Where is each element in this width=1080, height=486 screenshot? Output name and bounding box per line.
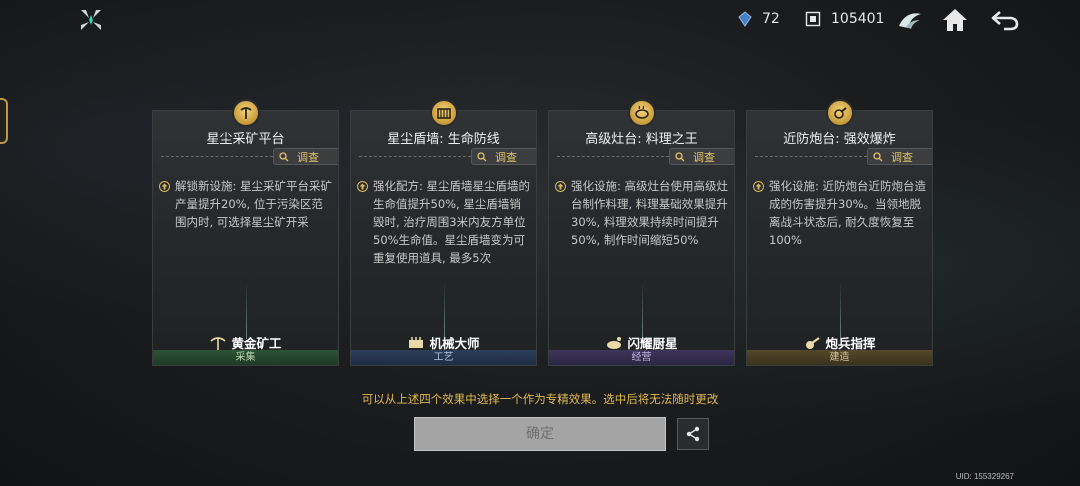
category-bar: 经营: [549, 350, 734, 365]
turret-icon: [825, 99, 854, 127]
investigate-button[interactable]: 调查: [669, 148, 734, 165]
share-icon: [686, 426, 700, 442]
upgrade-arrow-icon: [159, 181, 170, 192]
mechanic-icon: [409, 336, 424, 348]
effect-card-stove[interactable]: 高级灶台: 料理之王 调查 强化设施: 高级灶台使用高级灶台制作料理, 料理基础…: [548, 99, 735, 366]
light-ray: [245, 281, 247, 339]
faction-icon[interactable]: [896, 6, 924, 34]
card-description: 强化配方: 星尘盾墙星尘盾墙的生命值提升50%, 星尘盾墙销毁时, 治疗周围3米…: [373, 179, 531, 265]
coin-icon: [805, 11, 821, 27]
search-icon: [873, 151, 883, 161]
coin-resource[interactable]: 105401: [805, 11, 884, 27]
light-ray: [443, 281, 445, 339]
pickaxe-icon: [231, 99, 260, 127]
home-icon[interactable]: [941, 6, 969, 34]
miner-icon: [210, 336, 227, 350]
card-title: 高级灶台: 料理之王: [585, 132, 698, 147]
search-icon: [279, 151, 289, 161]
card-title: 近防炮台: 强效爆炸: [783, 132, 896, 147]
investigate-button[interactable]: 调查: [471, 148, 536, 165]
chef-icon: [607, 336, 622, 349]
card-description: 强化设施: 近防炮台近防炮台造成的伤害提升30%。当领地脱离战斗状态后, 耐久度…: [769, 179, 927, 247]
effect-card-mining[interactable]: 星尘采矿平台 调查 解锁新设施: 星尘采矿平台采矿产量提升20%, 位于污染区范…: [152, 99, 339, 366]
coin-count: 105401: [831, 11, 885, 27]
category-bar: 建造: [747, 350, 932, 365]
effect-card-shield[interactable]: 星尘盾墙: 生命防线 调查 强化配方: 星尘盾墙星尘盾墙的生命值提升50%, 星…: [350, 99, 537, 366]
investigate-button[interactable]: 调查: [867, 148, 932, 165]
category-bar: 采集: [153, 350, 338, 365]
divider: [161, 156, 273, 157]
investigate-label: 调查: [693, 150, 715, 164]
artillery-icon: [806, 336, 821, 349]
divider: [557, 156, 669, 157]
investigate-button[interactable]: 调查: [273, 148, 338, 165]
stove-icon: [627, 99, 656, 127]
upgrade-arrow-icon: [753, 181, 764, 192]
search-icon: [477, 151, 487, 161]
side-tab[interactable]: [0, 98, 8, 144]
upgrade-arrow-icon: [357, 181, 368, 192]
category-bar: 工艺: [351, 350, 536, 365]
investigate-label: 调查: [297, 150, 319, 164]
gem-resource[interactable]: 72: [738, 11, 780, 27]
investigate-label: 调查: [891, 150, 913, 164]
card-title: 星尘采矿平台: [206, 132, 285, 147]
confirm-button[interactable]: 确定: [414, 417, 666, 451]
gem-count: 72: [762, 11, 780, 27]
card-description: 强化设施: 高级灶台使用高级灶台制作料理, 料理基础效果提升30%, 料理效果持…: [571, 179, 729, 247]
light-ray: [641, 281, 643, 339]
share-button[interactable]: [677, 418, 709, 450]
app-logo-icon[interactable]: [78, 7, 104, 33]
light-ray: [839, 281, 841, 339]
selection-hint: 可以从上述四个效果中选择一个作为专精效果。选中后将无法随时更改: [361, 392, 719, 406]
investigate-label: 调查: [495, 150, 517, 164]
user-id: UID: 155329267: [955, 472, 1014, 481]
divider: [359, 156, 471, 157]
shield-wall-icon: [429, 99, 458, 127]
back-icon[interactable]: [990, 6, 1019, 34]
gem-icon: [738, 11, 752, 27]
upgrade-arrow-icon: [555, 181, 566, 192]
card-description: 解锁新设施: 星尘采矿平台采矿产量提升20%, 位于污染区范围内时, 可选择星尘…: [175, 179, 333, 229]
search-icon: [675, 151, 685, 161]
card-title: 星尘盾墙: 生命防线: [387, 132, 500, 147]
divider: [755, 156, 867, 157]
effect-card-turret[interactable]: 近防炮台: 强效爆炸 调查 强化设施: 近防炮台近防炮台造成的伤害提升30%。当…: [746, 99, 933, 366]
